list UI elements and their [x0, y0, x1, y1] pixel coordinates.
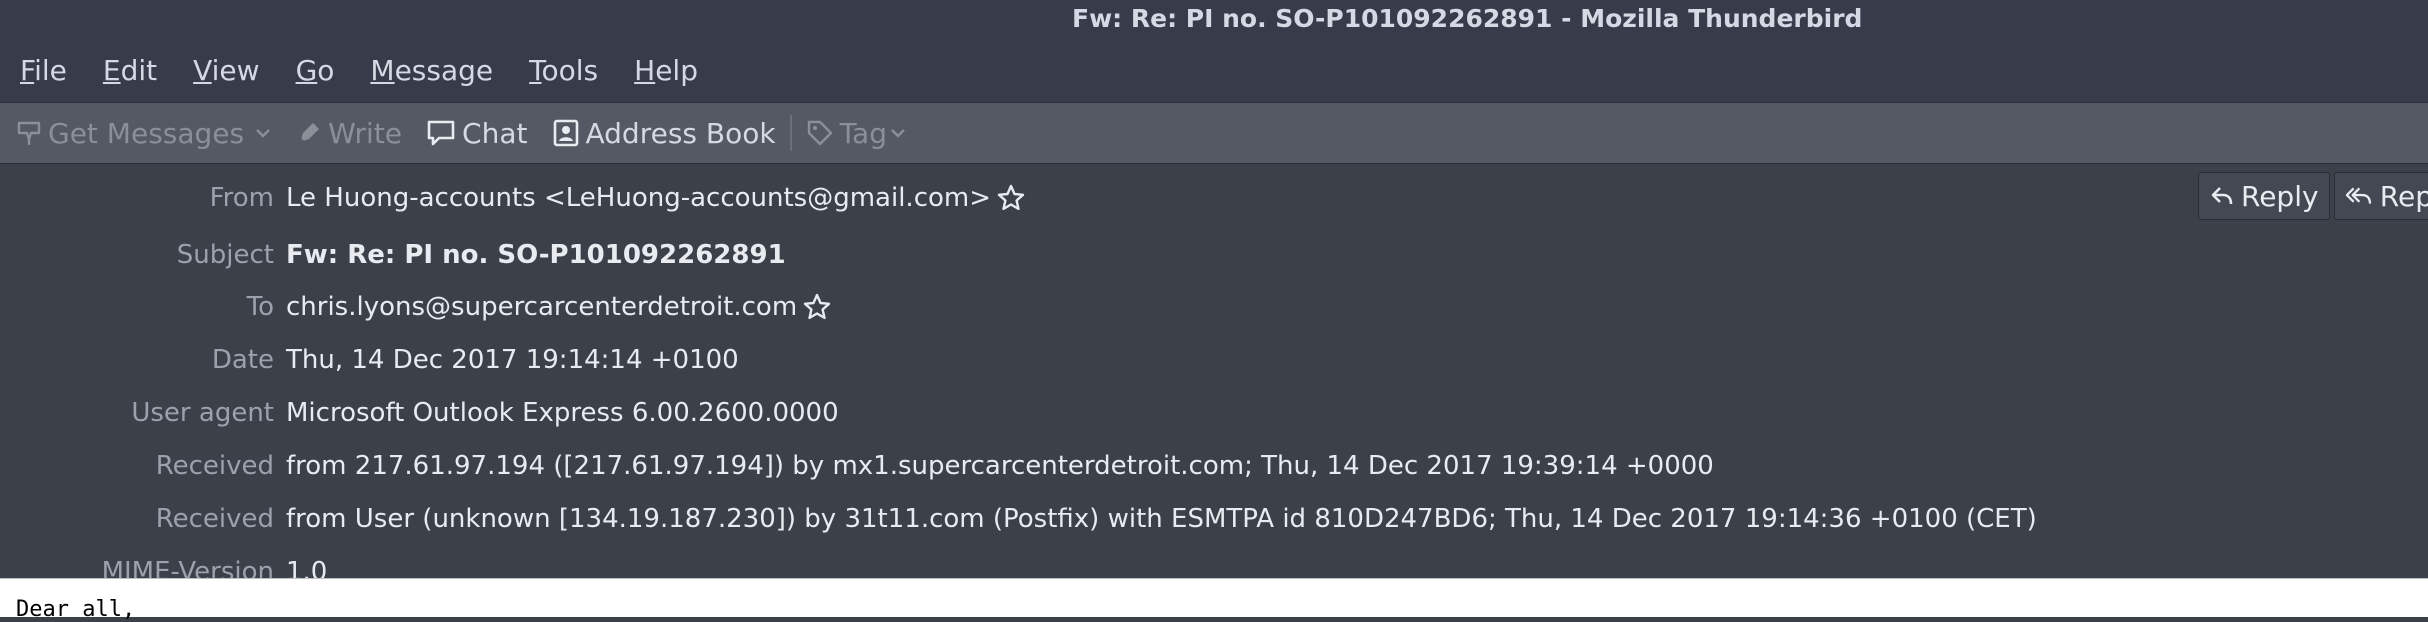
message-body[interactable]: Dear all,: [0, 578, 2428, 622]
menu-message[interactable]: Message: [370, 54, 493, 87]
header-row-subject: Subject Fw: Re: PI no. SO-P101092262891: [0, 235, 786, 275]
get-messages-dropdown[interactable]: [250, 110, 282, 156]
chevron-down-icon: [256, 129, 270, 138]
user-agent-value: Microsoft Outlook Express 6.00.2600.0000: [286, 398, 839, 428]
header-row-from: From Le Huong-accounts <LeHuong-accounts…: [0, 178, 1025, 218]
mime-version-value: 1.0: [286, 557, 328, 578]
date-label: Date: [211, 345, 274, 375]
star-icon[interactable]: [803, 293, 831, 321]
from-label: From: [209, 183, 274, 213]
address-book-button[interactable]: Address Book: [547, 110, 781, 156]
received-value: from User (unknown [134.19.187.230]) by …: [286, 504, 2037, 534]
reply-icon: [2211, 187, 2233, 205]
to-value[interactable]: chris.lyons@supercarcenterdetroit.com: [286, 292, 797, 322]
date-value: Thu, 14 Dec 2017 19:14:14 +0100: [286, 345, 739, 375]
tag-button[interactable]: Tag: [800, 110, 919, 156]
toolbar-separator: [789, 115, 792, 151]
menu-help[interactable]: Help: [634, 54, 698, 87]
title-bar: Fw: Re: PI no. SO-P101092262891 - Mozill…: [0, 0, 2428, 38]
write-button[interactable]: Write: [290, 110, 408, 156]
menu-tools[interactable]: Tools: [529, 54, 598, 87]
received-label: Received: [155, 451, 274, 481]
menu-go[interactable]: Go: [296, 54, 335, 87]
menu-bar: File Edit View Go Message Tools Help: [0, 38, 2428, 102]
user-agent-label: User agent: [131, 398, 274, 428]
received-label: Received: [155, 504, 274, 534]
header-row-user-agent: User agent Microsoft Outlook Express 6.0…: [0, 393, 839, 433]
chat-icon: [427, 120, 455, 146]
mime-version-label: MIME-Version: [101, 557, 274, 578]
menu-file[interactable]: File: [20, 54, 67, 87]
window-title: Fw: Re: PI no. SO-P101092262891 - Mozill…: [1072, 4, 1863, 33]
tag-icon: [807, 120, 832, 146]
header-row-received-2: Received from User (unknown [134.19.187.…: [0, 499, 2037, 539]
reply-all-icon: [2345, 187, 2372, 204]
subject-label: Subject: [176, 240, 274, 270]
from-value[interactable]: Le Huong-accounts <LeHuong-accounts@gmai…: [286, 183, 991, 213]
header-row-date: Date Thu, 14 Dec 2017 19:14:14 +0100: [0, 340, 739, 380]
reply-all-button[interactable]: Rep: [2334, 172, 2428, 220]
menu-view[interactable]: View: [193, 54, 259, 87]
message-header: Reply Rep From Le Huong-accounts <LeHuon…: [0, 164, 2428, 578]
chat-button[interactable]: Chat: [420, 110, 533, 156]
get-messages-button[interactable]: Get Messages: [10, 110, 250, 156]
body-text: Dear all,: [16, 597, 136, 622]
menu-edit[interactable]: Edit: [103, 54, 157, 87]
download-icon: [17, 121, 41, 145]
header-row-mime-version: MIME-Version 1.0: [0, 552, 328, 578]
header-row-received-1: Received from 217.61.97.194 ([217.61.97.…: [0, 446, 1714, 486]
subject-value: Fw: Re: PI no. SO-P101092262891: [286, 240, 786, 270]
received-value: from 217.61.97.194 ([217.61.97.194]) by …: [286, 451, 1714, 481]
star-icon[interactable]: [997, 184, 1025, 212]
chevron-down-icon: [891, 129, 905, 138]
address-book-icon: [554, 119, 579, 147]
reply-button[interactable]: Reply: [2198, 172, 2330, 220]
pencil-icon: [300, 123, 320, 142]
main-toolbar: Get Messages Write Chat Address Book Tag: [0, 102, 2428, 164]
header-row-to: To chris.lyons@supercarcenterdetroit.com: [0, 287, 831, 327]
to-label: To: [246, 292, 274, 322]
